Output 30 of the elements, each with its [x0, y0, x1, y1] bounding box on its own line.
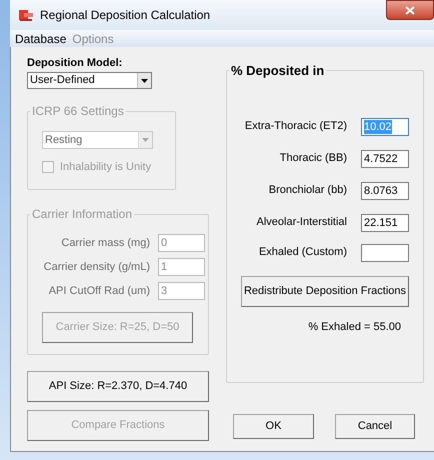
checkbox-label: Inhalability is Unity: [60, 160, 152, 175]
dialog-button[interactable]: Cancel: [335, 414, 415, 439]
field-label: Exhaled (Custom): [258, 245, 347, 260]
input-field[interactable]: [361, 244, 409, 262]
input-field[interactable]: 8.0763: [361, 182, 409, 200]
group-title: ICRP 66 Settings: [31, 103, 125, 120]
dialog-button[interactable]: OK: [233, 414, 314, 439]
field-label: Thoracic (BB): [278, 151, 347, 166]
app-icon: [18, 8, 34, 22]
caret-icon: [142, 138, 149, 142]
close-icon: [405, 6, 415, 14]
field-label: Bronchiolar (bb): [268, 183, 347, 198]
input-field[interactable]: 22.151: [361, 214, 409, 232]
caret-icon: [141, 78, 148, 82]
redistribute-button[interactable]: Redistribute Deposition Fractions: [241, 276, 409, 306]
menu-item[interactable]: Database: [15, 30, 66, 48]
model-dropdown[interactable]: User-Defined: [27, 72, 152, 89]
close-button[interactable]: [386, 0, 434, 20]
input-field[interactable]: 4.7522: [361, 150, 409, 168]
exhaled-result: % Exhaled = 55.00: [308, 320, 401, 334]
group-title: % Deposited in: [230, 62, 326, 80]
window-title: Regional Deposition Calculation: [40, 7, 210, 24]
field-label: Deposition Model:: [27, 57, 124, 69]
group-title: Carrier Information: [31, 206, 134, 223]
field-label: Carrier mass (mg): [60, 236, 150, 251]
field-label: Extra-Thoracic (ET2): [244, 119, 347, 134]
field-label: Alveolar-Interstitial: [256, 215, 347, 230]
api-size-button[interactable]: API Size: R=2.370, D=4.740: [27, 371, 209, 402]
field-label: Carrier density (g/mL): [42, 260, 150, 275]
field-label: API CutOff Rad (um): [48, 284, 150, 299]
